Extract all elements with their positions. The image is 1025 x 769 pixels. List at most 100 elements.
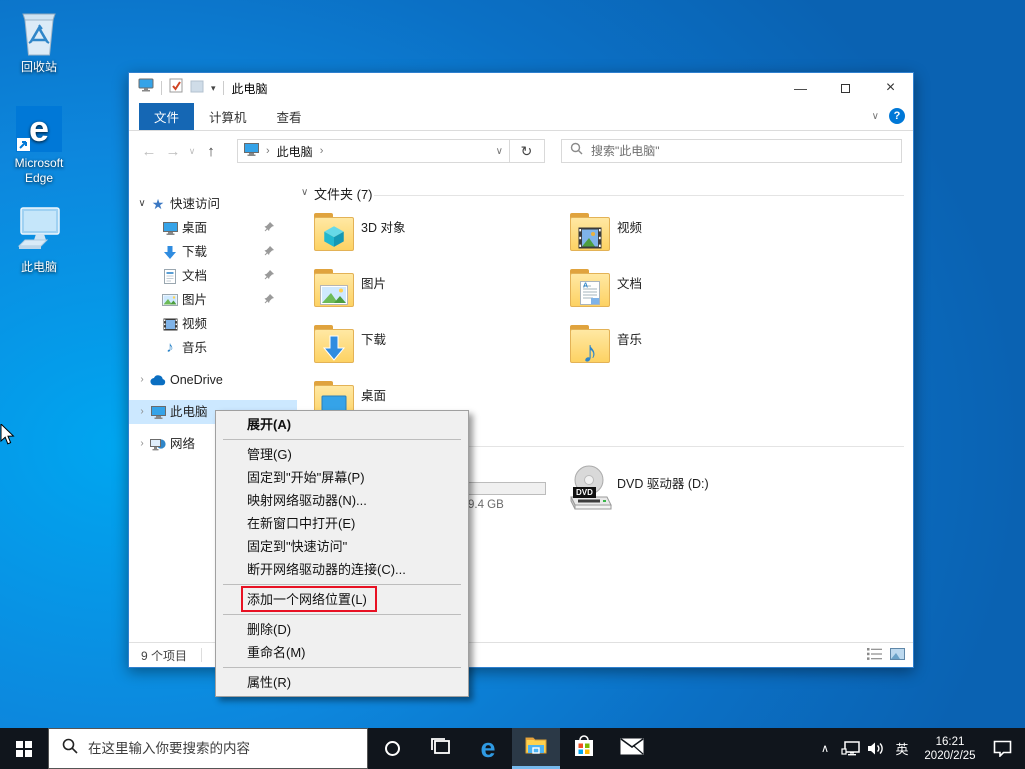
close-button[interactable]: × bbox=[868, 73, 913, 103]
address-dropdown-icon[interactable]: ∨ bbox=[496, 146, 503, 157]
action-center-icon[interactable] bbox=[985, 740, 1019, 757]
new-folder-icon[interactable] bbox=[190, 79, 204, 98]
menu-item-expand[interactable]: 展开(A) bbox=[216, 413, 468, 436]
desktop-icon-label: 回收站 bbox=[0, 60, 78, 75]
tab-file[interactable]: 文件 bbox=[139, 103, 194, 130]
menu-item-add-network-location[interactable]: 添加一个网络位置(L) bbox=[216, 588, 468, 611]
language-indicator[interactable]: 英 bbox=[889, 739, 915, 758]
details-view-button[interactable] bbox=[867, 648, 882, 663]
folder-tile-downloads[interactable]: 下载 bbox=[313, 325, 563, 375]
mouse-cursor bbox=[0, 424, 15, 451]
mail-taskbar-button[interactable] bbox=[608, 728, 656, 769]
edge-taskbar-button[interactable]: e bbox=[464, 728, 512, 769]
maximize-button[interactable] bbox=[823, 73, 868, 103]
ribbon-collapse-icon[interactable]: ∨ bbox=[872, 111, 879, 122]
forward-button[interactable]: → bbox=[161, 143, 185, 160]
desktop-icon-recycle-bin[interactable]: 回收站 bbox=[0, 8, 78, 75]
help-button[interactable]: ? bbox=[889, 108, 905, 124]
chevron-down-icon[interactable]: ∨ bbox=[301, 187, 308, 198]
taskbar: e ∧ 英 16:21 2020/2/25 bbox=[0, 728, 1025, 769]
sidebar-item-pictures[interactable]: 图片 bbox=[129, 288, 297, 312]
context-menu: 展开(A) 管理(G) 固定到"开始"屏幕(P) 映射网络驱动器(N)... 在… bbox=[215, 410, 469, 697]
recent-locations-dropdown-icon[interactable]: ∨ bbox=[185, 146, 199, 157]
search-box[interactable] bbox=[561, 139, 902, 163]
folder-tile-videos[interactable]: 视频 bbox=[569, 213, 819, 263]
volume-tray-icon[interactable] bbox=[863, 741, 889, 756]
divider bbox=[201, 648, 202, 662]
cortana-button[interactable] bbox=[368, 728, 416, 769]
download-arrow-icon bbox=[322, 335, 346, 366]
address-bar[interactable]: › 此电脑 › ∨ bbox=[237, 139, 510, 163]
breadcrumb-chevron-icon[interactable]: › bbox=[320, 145, 324, 157]
file-explorer-taskbar-button[interactable] bbox=[512, 728, 560, 769]
menu-item-open-in-new-window[interactable]: 在新窗口中打开(E) bbox=[216, 512, 468, 535]
back-button[interactable]: ← bbox=[137, 143, 161, 160]
menu-item-map-network-drive[interactable]: 映射网络驱动器(N)... bbox=[216, 489, 468, 512]
chevron-down-icon[interactable]: ∨ bbox=[136, 192, 148, 216]
microsoft-store-icon bbox=[573, 735, 595, 762]
tray-show-hidden-icons[interactable]: ∧ bbox=[813, 742, 837, 755]
sidebar-item-quick-access[interactable]: ∨ ★ 快速访问 bbox=[129, 192, 297, 216]
tab-computer[interactable]: 计算机 bbox=[194, 103, 262, 130]
sidebar-item-downloads[interactable]: 下载 bbox=[129, 240, 297, 264]
quick-access-toolbar: ▾ bbox=[129, 78, 224, 98]
group-divider bbox=[374, 195, 904, 196]
folder-icon: A bbox=[569, 269, 611, 307]
properties-icon[interactable] bbox=[169, 78, 183, 98]
chevron-right-icon[interactable]: › bbox=[136, 368, 148, 392]
sidebar-item-desktop[interactable]: 桌面 bbox=[129, 216, 297, 240]
folder-tile-music[interactable]: ♪ 音乐 bbox=[569, 325, 819, 375]
breadcrumb[interactable]: 此电脑 bbox=[277, 143, 313, 160]
task-view-button[interactable] bbox=[416, 728, 464, 769]
start-button[interactable] bbox=[0, 728, 48, 769]
pin-icon bbox=[264, 245, 275, 259]
customize-toolbar-dropdown-icon[interactable]: ▾ bbox=[211, 83, 216, 94]
minimize-button[interactable]: — bbox=[778, 73, 823, 103]
sidebar-item-videos[interactable]: 视频 bbox=[129, 312, 297, 336]
tab-view[interactable]: 查看 bbox=[262, 103, 317, 130]
refresh-button[interactable]: ↻ bbox=[509, 139, 545, 163]
large-icons-view-button[interactable] bbox=[890, 648, 905, 663]
clock[interactable]: 16:21 2020/2/25 bbox=[915, 735, 985, 763]
dvd-drive-tile[interactable]: DVD DVD 驱动器 (D:) bbox=[565, 465, 825, 515]
folder-tile-pictures[interactable]: 图片 bbox=[313, 269, 563, 319]
search-input[interactable] bbox=[591, 144, 893, 158]
sidebar-item-documents[interactable]: 文档 bbox=[129, 264, 297, 288]
window-system-icon[interactable] bbox=[138, 78, 154, 98]
folder-tile-3d-objects[interactable]: 3D 对象 bbox=[313, 213, 563, 263]
videos-icon bbox=[162, 316, 178, 332]
group-header-folders[interactable]: ∨ 文件夹 (7) bbox=[297, 184, 913, 204]
menu-item-pin-to-quick-access[interactable]: 固定到"快速访问" bbox=[216, 535, 468, 558]
menu-item-manage[interactable]: 管理(G) bbox=[216, 443, 468, 466]
shortcut-arrow-icon bbox=[17, 138, 30, 151]
menu-item-disconnect-network-drive[interactable]: 断开网络驱动器的连接(C)... bbox=[216, 558, 468, 581]
desktop-icon-edge[interactable]: e Microsoft Edge bbox=[0, 106, 78, 186]
annotation-red-box bbox=[241, 586, 377, 612]
folder-icon bbox=[569, 213, 611, 251]
taskbar-search-input[interactable] bbox=[88, 741, 367, 756]
taskbar-search-box[interactable] bbox=[48, 728, 368, 769]
sidebar-item-onedrive[interactable]: › OneDrive bbox=[129, 368, 297, 392]
chevron-right-icon[interactable]: › bbox=[136, 400, 148, 424]
window-title: 此电脑 bbox=[232, 80, 268, 97]
menu-item-rename[interactable]: 重命名(M) bbox=[216, 641, 468, 664]
this-pc-small-icon bbox=[244, 143, 259, 159]
pin-icon bbox=[264, 293, 275, 307]
edge-icon: e bbox=[480, 735, 495, 762]
menu-item-properties[interactable]: 属性(R) bbox=[216, 671, 468, 694]
folder-tile-documents[interactable]: A 文档 bbox=[569, 269, 819, 319]
sidebar-item-music[interactable]: ♪ 音乐 bbox=[129, 336, 297, 360]
up-button[interactable]: ↑ bbox=[199, 143, 223, 160]
music-note-icon: ♪ bbox=[583, 340, 598, 366]
chevron-right-icon[interactable]: › bbox=[136, 432, 148, 456]
menu-separator bbox=[223, 439, 461, 440]
mail-icon bbox=[620, 738, 644, 760]
menu-separator bbox=[223, 667, 461, 668]
network-tray-icon[interactable] bbox=[837, 741, 863, 756]
svg-text:A: A bbox=[583, 283, 588, 290]
menu-item-pin-to-start[interactable]: 固定到"开始"屏幕(P) bbox=[216, 466, 468, 489]
folder-icon bbox=[313, 269, 355, 307]
store-taskbar-button[interactable] bbox=[560, 728, 608, 769]
menu-item-delete[interactable]: 删除(D) bbox=[216, 618, 468, 641]
desktop-icon-this-pc[interactable]: 此电脑 bbox=[0, 206, 78, 275]
